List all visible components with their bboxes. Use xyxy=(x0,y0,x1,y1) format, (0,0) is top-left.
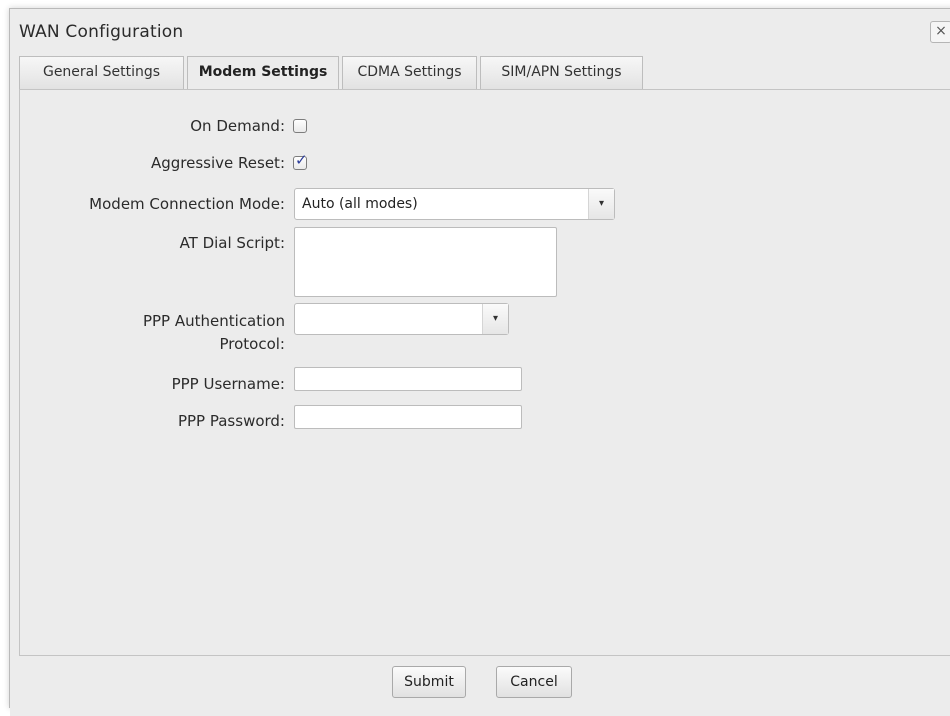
chevron-down-icon: ▾ xyxy=(482,304,508,334)
tab-modem-settings[interactable]: Modem Settings xyxy=(187,56,339,90)
tab-bar: General Settings Modem Settings CDMA Set… xyxy=(19,56,949,90)
close-button[interactable]: × xyxy=(930,21,950,43)
connection-mode-label: Modem Connection Mode: xyxy=(89,195,285,213)
modem-settings-panel: On Demand: Aggressive Reset: ✓ Modem Con… xyxy=(19,89,950,656)
tab-sim-apn-settings[interactable]: SIM/APN Settings xyxy=(480,56,643,89)
ppp-auth-label-line2: Protocol: xyxy=(219,335,285,353)
aggressive-reset-label: Aggressive Reset: xyxy=(151,154,285,172)
checkmark-icon: ✓ xyxy=(295,151,308,169)
at-dial-script-textarea[interactable] xyxy=(294,227,557,297)
ppp-password-input[interactable] xyxy=(294,405,522,429)
on-demand-label: On Demand: xyxy=(190,117,285,135)
tab-cdma-settings[interactable]: CDMA Settings xyxy=(342,56,477,89)
aggressive-reset-checkbox[interactable]: ✓ xyxy=(293,151,308,170)
dialog-title: WAN Configuration xyxy=(19,22,184,42)
tab-general-settings[interactable]: General Settings xyxy=(19,56,184,89)
ppp-username-input[interactable] xyxy=(294,367,522,391)
at-dial-script-label: AT Dial Script: xyxy=(179,234,285,252)
dialog-titlebar: WAN Configuration × xyxy=(10,9,950,53)
connection-mode-value: Auto (all modes) xyxy=(302,196,418,212)
cancel-button[interactable]: Cancel xyxy=(496,666,572,698)
connection-mode-select[interactable]: Auto (all modes) ▾ xyxy=(294,188,615,220)
on-demand-checkbox[interactable] xyxy=(293,119,307,133)
dialog-footer: Submit Cancel xyxy=(10,656,950,716)
wan-configuration-dialog: WAN Configuration × General Settings Mod… xyxy=(9,8,950,716)
ppp-password-label: PPP Password: xyxy=(177,412,285,430)
chevron-down-icon: ▾ xyxy=(588,189,614,219)
ppp-auth-label-line1: PPP Authentication xyxy=(142,312,285,330)
submit-button[interactable]: Submit xyxy=(392,666,466,698)
ppp-auth-select[interactable]: ▾ xyxy=(294,303,509,335)
close-icon: × xyxy=(935,23,947,39)
ppp-username-label: PPP Username: xyxy=(171,375,285,393)
